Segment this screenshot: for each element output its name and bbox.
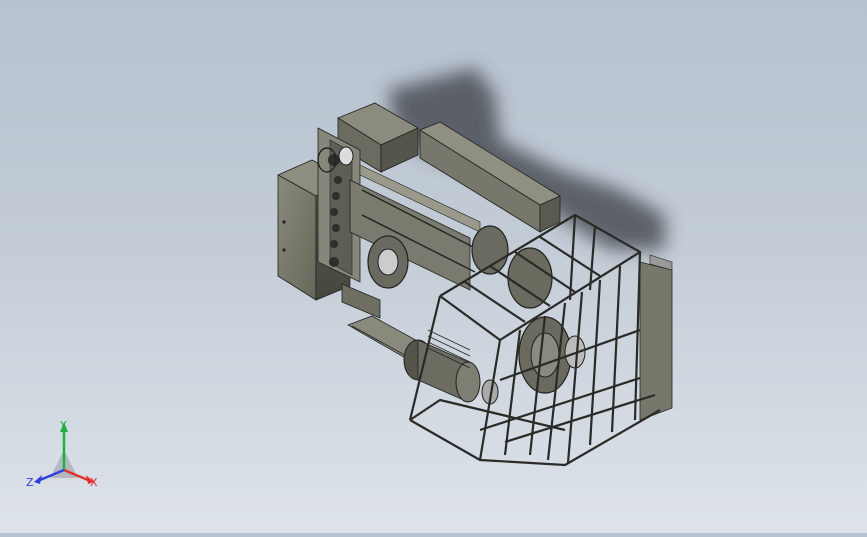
- z-axis-label: Z: [26, 476, 34, 489]
- model-viewport[interactable]: Y X Z: [0, 0, 867, 533]
- coordinate-triad: Y X Z: [22, 418, 112, 498]
- machine-model: [277, 68, 673, 467]
- right-end-panel: [639, 254, 673, 421]
- z-axis-arrow-icon: [34, 475, 42, 484]
- y-axis-label: Y: [59, 419, 67, 432]
- x-axis-label: X: [90, 476, 98, 489]
